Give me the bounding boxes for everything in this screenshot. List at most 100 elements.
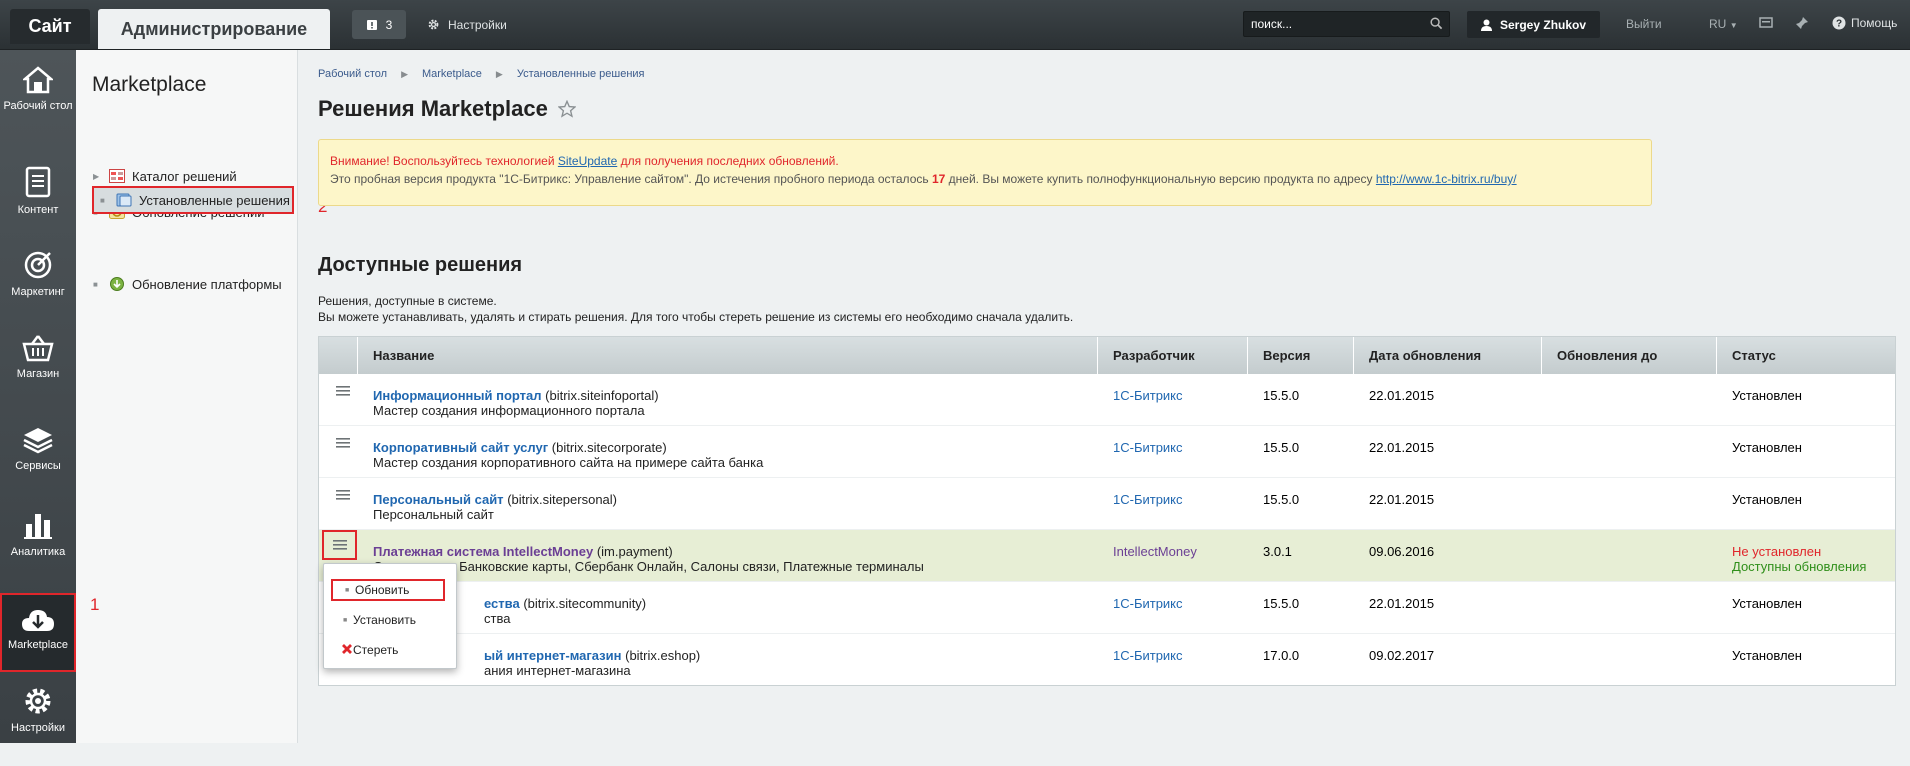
user-icon <box>1481 19 1492 31</box>
notification-icon <box>366 19 377 30</box>
column-header[interactable]: Версия <box>1248 337 1354 374</box>
solution-name[interactable]: Платежная система IntellectMoney <box>373 544 593 559</box>
date-cell: 22.01.2015 <box>1369 440 1435 455</box>
nav-analytics[interactable]: Аналитика <box>0 510 76 590</box>
row-menu-icon[interactable] <box>331 385 355 413</box>
date-cell: 22.01.2015 <box>1369 492 1435 507</box>
nav-label: Аналитика <box>10 546 66 558</box>
settings-button[interactable]: Настройки <box>427 10 507 39</box>
row-menu-icon[interactable] <box>331 489 355 517</box>
help-label: Помощь <box>1851 16 1898 30</box>
version-cell: 3.0.1 <box>1263 544 1292 559</box>
row-menu-icon[interactable] <box>331 437 355 465</box>
section-description: Решения, доступные в системе. Вы можете … <box>318 294 1074 324</box>
status-text: Установлен <box>1732 440 1802 455</box>
developer-link[interactable]: 1С-Битрикс <box>1113 648 1183 663</box>
language-select[interactable]: RU ▼ <box>1709 17 1738 31</box>
nav-settings[interactable]: Настройки <box>0 686 76 766</box>
target-icon <box>24 251 52 279</box>
developer-link[interactable]: 1С-Битрикс <box>1113 492 1183 507</box>
panel-title: Marketplace <box>92 73 207 96</box>
column-header[interactable]: Статус <box>1717 337 1895 374</box>
table-header: Название Разработчик Версия Дата обновле… <box>319 337 1895 374</box>
gear-icon <box>25 688 51 714</box>
nav-marketplace[interactable]: Marketplace <box>0 593 76 672</box>
logout-link[interactable]: Выйти <box>1626 17 1662 31</box>
solution-name[interactable]: Персональный сайт <box>373 492 504 507</box>
solution-name[interactable]: ый интернет-магазин <box>484 648 621 663</box>
updates-until-cell <box>1542 478 1717 529</box>
nav-services[interactable]: Сервисы <box>0 426 76 506</box>
table-row-selected[interactable]: Платежная система IntellectMoney (im.pay… <box>319 530 1895 582</box>
date-cell: 09.06.2016 <box>1369 544 1435 559</box>
document-icon <box>25 166 51 198</box>
table-row[interactable]: ый интернет-магазин (bitrix.eshop) ания и… <box>319 634 1895 685</box>
header-menu-cell <box>319 337 358 374</box>
row-menu-icon[interactable] <box>322 530 357 560</box>
nav-shop[interactable]: Магазин <box>0 334 76 414</box>
updates-until-cell <box>1542 374 1717 425</box>
solution-name[interactable]: ества <box>484 596 520 611</box>
nav-label: Настройки <box>11 722 65 734</box>
breadcrumb-item[interactable]: Установленные решения <box>517 68 645 80</box>
nav-content[interactable]: Контент <box>0 166 76 246</box>
solution-name[interactable]: Информационный портал <box>373 388 542 403</box>
developer-link[interactable]: IntellectMoney <box>1113 544 1197 559</box>
pin-icon[interactable] <box>1795 16 1809 30</box>
siteupdate-link[interactable]: SiteUpdate <box>558 154 617 168</box>
menu-item-installed[interactable]: ■ Установленные решения <box>92 186 294 214</box>
search-input[interactable] <box>1244 12 1419 36</box>
help-button[interactable]: ? Помощь <box>1832 16 1897 30</box>
installed-solutions-icon <box>116 193 132 207</box>
developer-link[interactable]: 1С-Битрикс <box>1113 596 1183 611</box>
search-icon[interactable] <box>1430 17 1443 30</box>
menu-item-erase[interactable]: Стереть <box>331 639 445 661</box>
breadcrumb-item[interactable]: Marketplace <box>422 68 482 80</box>
menu-item-platform[interactable]: ■ Обновление платформы <box>93 270 293 298</box>
table-row[interactable]: Корпоративный сайт услуг (bitrix.sitecor… <box>319 426 1895 478</box>
trial-alert: Внимание! Воспользуйтесь технологией Sit… <box>318 139 1652 206</box>
home-icon <box>23 66 53 94</box>
column-header[interactable]: Дата обновления <box>1354 337 1542 374</box>
column-header[interactable]: Разработчик <box>1098 337 1248 374</box>
date-cell: 09.02.2017 <box>1369 648 1435 663</box>
site-tab[interactable]: Сайт <box>10 9 90 44</box>
days-left: 17 <box>931 172 946 186</box>
developer-link[interactable]: 1С-Битрикс <box>1113 440 1183 455</box>
solution-name[interactable]: Корпоративный сайт услуг <box>373 440 548 455</box>
status-updates-available[interactable]: Доступны обновления <box>1732 559 1866 574</box>
user-button[interactable]: Sergey Zhukov <box>1467 11 1600 38</box>
menu-item-label: Каталог решений <box>132 168 237 184</box>
table-row[interactable]: Персональный сайт (bitrix.sitepersonal) П… <box>319 478 1895 530</box>
screen-icon[interactable] <box>1759 16 1773 30</box>
solution-description: ства <box>484 611 511 626</box>
buy-link[interactable]: http://www.1c-bitrix.ru/buy/ <box>1376 172 1517 186</box>
breadcrumb-item[interactable]: Рабочий стол <box>318 68 387 80</box>
status-text: Установлен <box>1732 648 1802 663</box>
table-row[interactable]: ества (bitrix.sitecommunity) ства 1С-Битр… <box>319 582 1895 634</box>
star-icon[interactable] <box>557 100 576 118</box>
notifications-button[interactable]: 3 <box>352 10 406 39</box>
column-header[interactable]: Название <box>358 337 1098 374</box>
nav-label: Сервисы <box>15 460 61 472</box>
section-title: Доступные решения <box>318 254 523 276</box>
menu-item-install[interactable]: ■ Установить <box>331 609 445 631</box>
menu-item-label: Стереть <box>353 643 399 657</box>
gear-icon <box>428 19 439 30</box>
column-header[interactable]: Обновления до <box>1542 337 1717 374</box>
breadcrumb: Рабочий стол ▶ Marketplace ▶ Установленн… <box>318 68 645 80</box>
developer-link[interactable]: 1С-Битрикс <box>1113 388 1183 403</box>
version-cell: 15.5.0 <box>1263 596 1300 611</box>
expand-arrow-icon[interactable]: ▶ <box>93 172 103 181</box>
menu-item-update[interactable]: ■ Обновить <box>331 579 445 601</box>
bullet-icon: ■ <box>345 586 350 594</box>
admin-tab[interactable]: Администрирование <box>98 9 330 49</box>
bullet-icon: ■ <box>100 195 105 205</box>
user-name: Sergey Zhukov <box>1500 17 1587 32</box>
marketplace-panel: Marketplace ▶ Каталог решений ■ Обновлен… <box>76 50 298 743</box>
nav-marketing[interactable]: Маркетинг <box>0 250 76 330</box>
table-row[interactable]: Информационный портал (bitrix.siteinfopo… <box>319 374 1895 426</box>
menu-item-label: Обновление платформы <box>132 276 282 292</box>
nav-label: Магазин <box>16 368 60 380</box>
nav-desktop[interactable]: Рабочий стол <box>0 66 76 146</box>
